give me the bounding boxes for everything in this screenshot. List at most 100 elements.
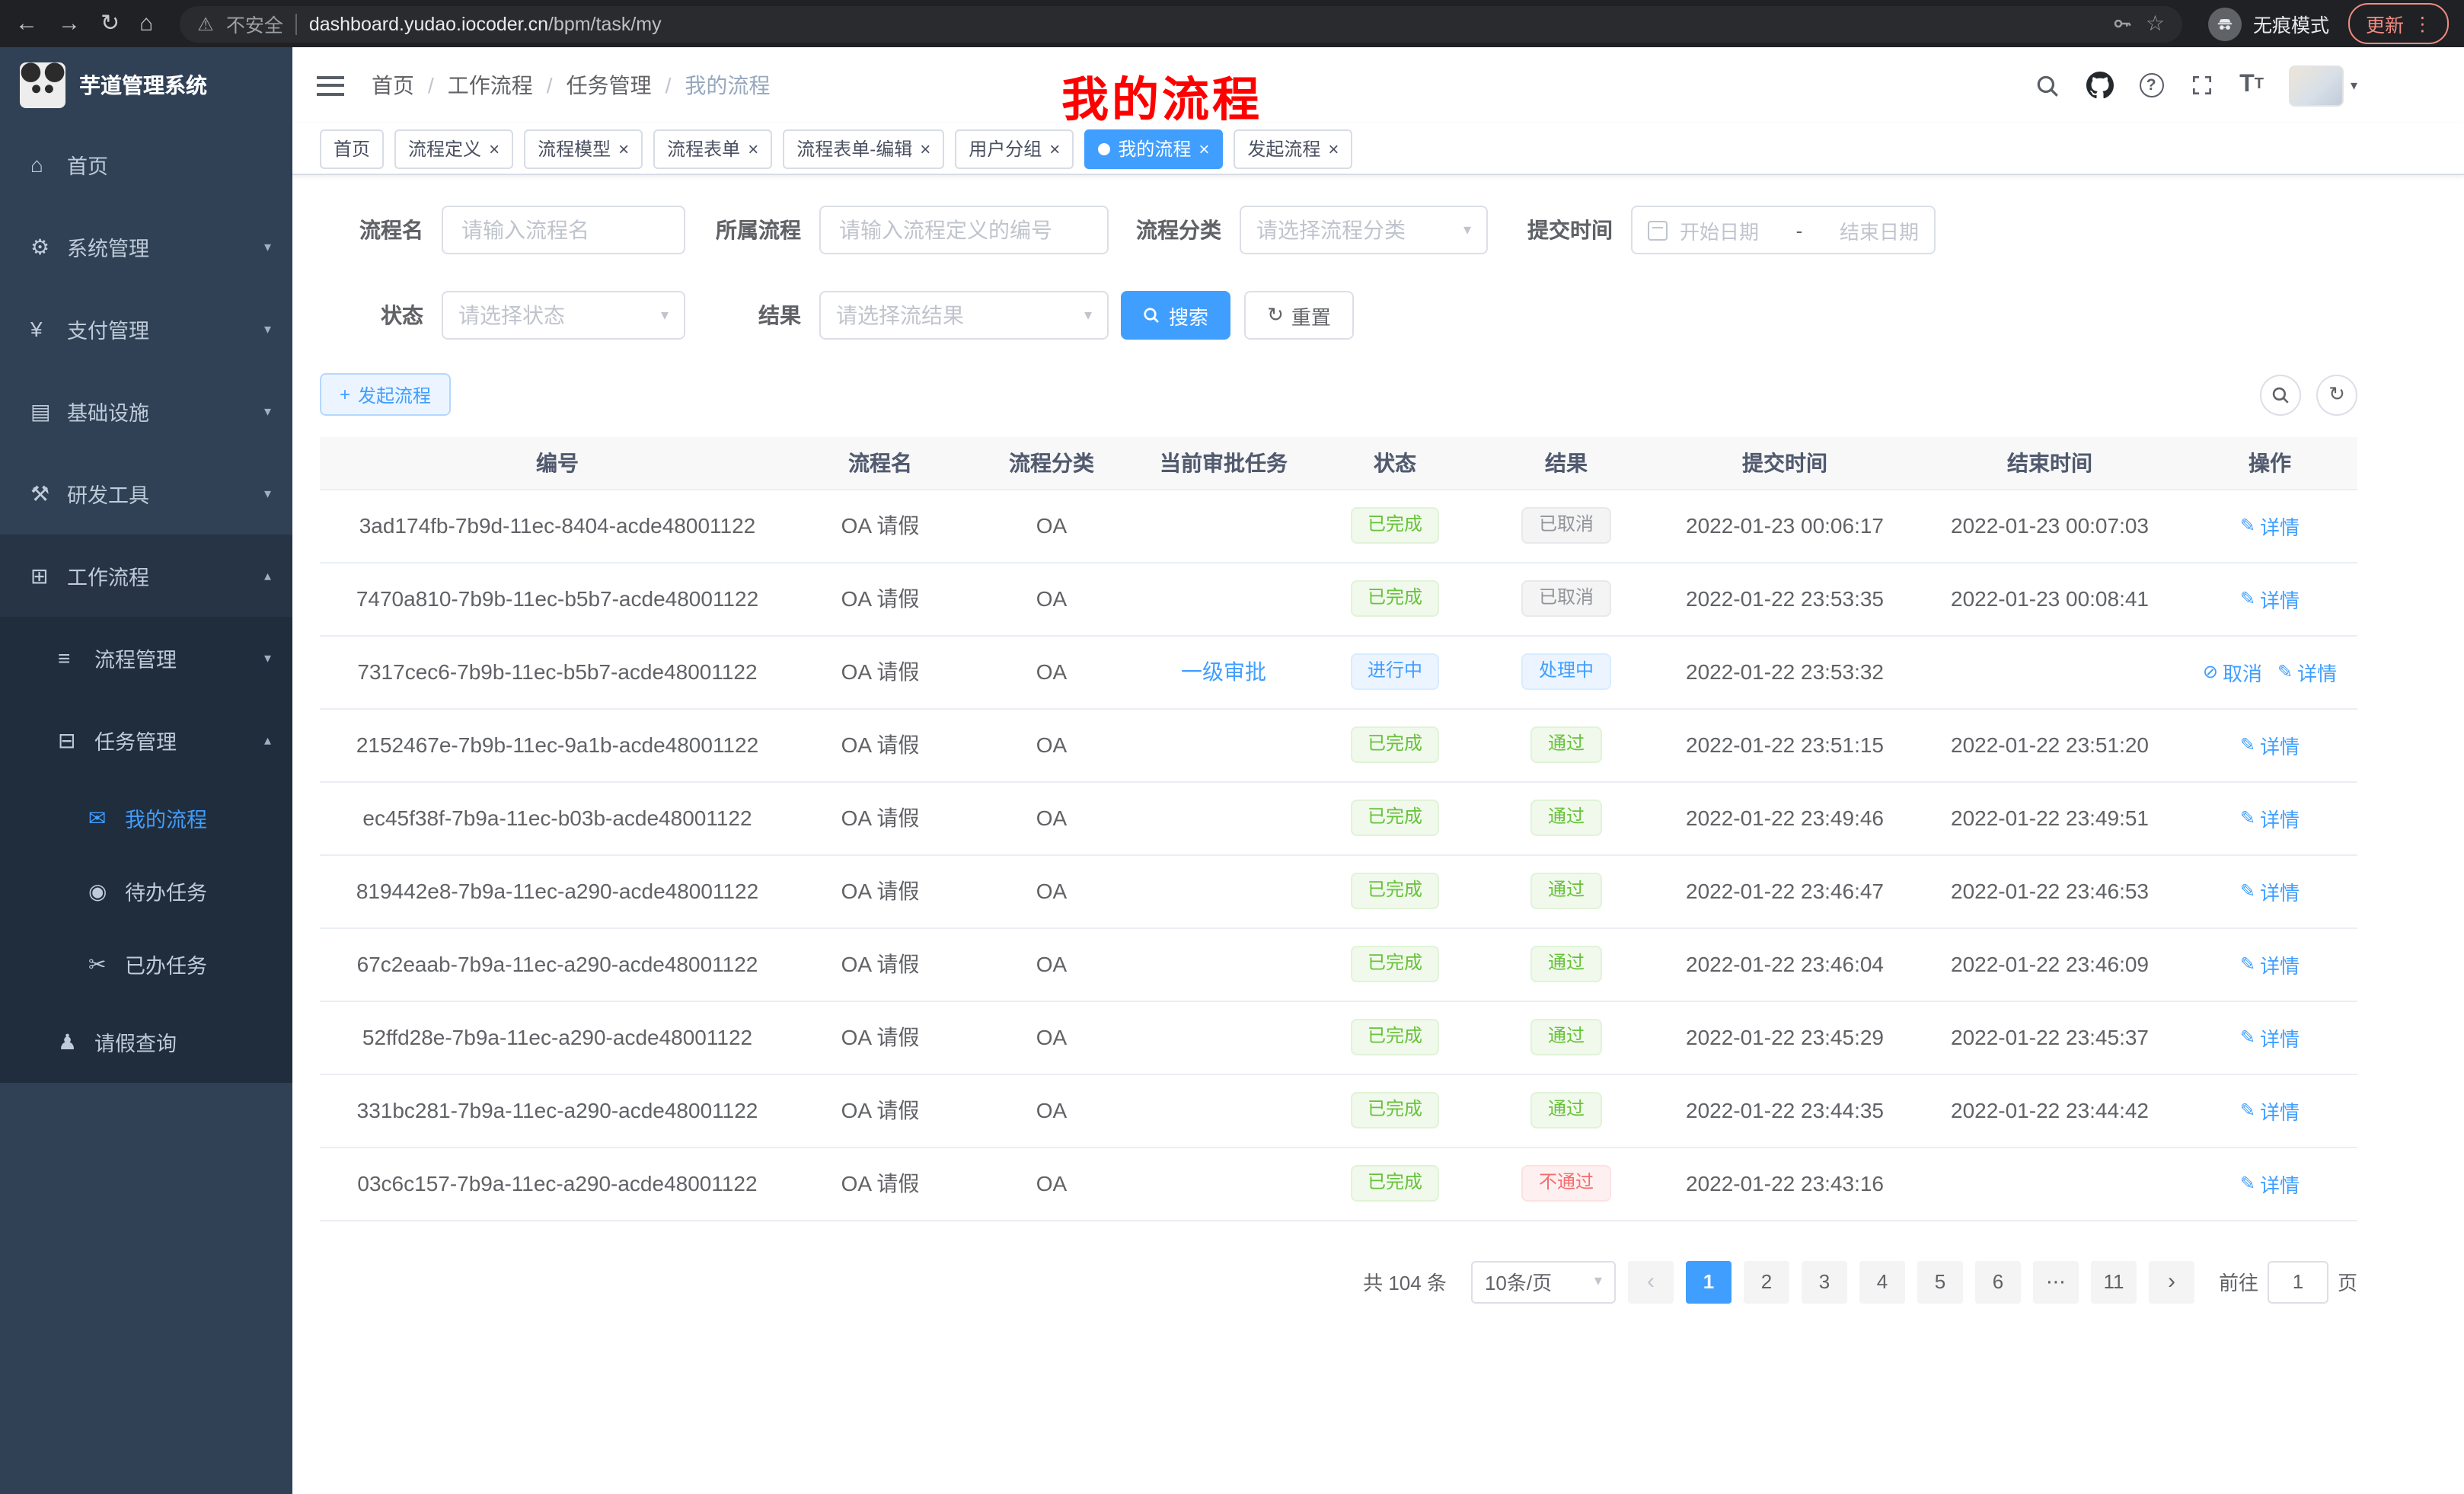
reload-icon[interactable]: ↻ [101, 12, 120, 35]
more-pages-button[interactable]: ⋯ [2033, 1260, 2079, 1303]
detail-action[interactable]: ✎详情 [2240, 1096, 2300, 1125]
detail-action[interactable]: ✎详情 [2240, 730, 2300, 759]
kebab-menu-icon[interactable]: ⋮ [2413, 12, 2432, 35]
detail-action[interactable]: ✎详情 [2240, 876, 2300, 905]
reset-button[interactable]: ↻ 重置 [1244, 291, 1354, 340]
security-label[interactable]: 不安全 [226, 9, 283, 38]
home-icon: ⌂ [30, 152, 67, 177]
filter-row-2: 状态 请选择状态 ▾ 结果 请选择流结果 ▾ 搜索 ↻ [320, 291, 2464, 340]
result-select[interactable]: 请选择流结果 ▾ [819, 291, 1109, 340]
tab-my-process[interactable]: 我的流程 × [1084, 129, 1223, 168]
address-bar[interactable]: ⚠ 不安全 dashboard.yudao.iocoder.cn/bpm/tas… [179, 5, 2183, 42]
sidebar-toggle[interactable] [317, 75, 344, 95]
page-button-1[interactable]: 1 [1686, 1260, 1732, 1303]
close-icon[interactable]: × [489, 138, 500, 159]
status-select[interactable]: 请选择状态 ▾ [442, 291, 685, 340]
close-icon[interactable]: × [618, 138, 629, 159]
edit-icon: ✎ [2240, 1100, 2255, 1121]
close-icon[interactable]: × [1049, 138, 1060, 159]
font-size-icon[interactable]: TT [2239, 73, 2264, 97]
bookmark-star-icon[interactable]: ☆ [2146, 11, 2165, 37]
detail-action[interactable]: ✎详情 [2240, 950, 2300, 978]
detail-action[interactable]: ✎详情 [2240, 584, 2300, 613]
sidebar-item-task-mgmt[interactable]: ⊟ 任务管理 ▴ [0, 699, 292, 781]
breadcrumb-home[interactable]: 首页 [372, 70, 414, 101]
cell-status: 已完成 [1310, 1074, 1480, 1147]
detail-action[interactable]: ✎详情 [2277, 657, 2337, 686]
tab-process-model[interactable]: 流程模型 × [524, 129, 643, 168]
cell-name: OA 请假 [795, 489, 965, 562]
sidebar-item-my-process[interactable]: ✉ 我的流程 [0, 781, 292, 854]
user-menu[interactable]: ▾ [2290, 65, 2357, 106]
close-icon[interactable]: × [920, 138, 930, 159]
category-select[interactable]: 请选择流程分类 ▾ [1240, 206, 1488, 254]
cell-result: 通过 [1480, 1001, 1652, 1074]
close-icon[interactable]: × [748, 138, 758, 159]
sidebar-item-devtools[interactable]: ⚒ 研发工具 ▾ [0, 452, 292, 535]
process-def-input[interactable] [819, 206, 1109, 254]
sidebar-item-payment[interactable]: ¥ 支付管理 ▾ [0, 288, 292, 370]
toggle-search-button[interactable] [2260, 374, 2301, 415]
page-button-5[interactable]: 5 [1917, 1260, 1963, 1303]
detail-label: 详情 [2260, 876, 2300, 905]
tab-home[interactable]: 首页 [320, 129, 384, 168]
goto-page-input[interactable] [2268, 1260, 2328, 1303]
page-button-4[interactable]: 4 [1859, 1260, 1905, 1303]
cell-status: 进行中 [1310, 635, 1480, 708]
current-task-link[interactable]: 一级审批 [1181, 656, 1266, 687]
next-page-button[interactable]: › [2149, 1260, 2194, 1303]
page-button-11[interactable]: 11 [2091, 1260, 2137, 1303]
back-icon[interactable]: ← [15, 12, 38, 35]
app-logo[interactable]: 芋道管理系统 [0, 47, 292, 123]
close-icon[interactable]: × [1328, 138, 1339, 159]
search-icon[interactable] [2034, 72, 2060, 98]
cell-end-time: 2022-01-22 23:46:53 [1917, 854, 2182, 927]
forward-icon[interactable]: → [58, 12, 81, 35]
update-button[interactable]: 更新 ⋮ [2349, 3, 2449, 44]
detail-action[interactable]: ✎详情 [2240, 803, 2300, 832]
detail-action[interactable]: ✎详情 [2240, 1023, 2300, 1052]
tab-process-form[interactable]: 流程表单 × [653, 129, 772, 168]
refresh-table-button[interactable]: ↻ [2316, 374, 2357, 415]
sidebar-item-done-tasks[interactable]: ✂ 已办任务 [0, 927, 292, 1001]
sidebar-item-process-mgmt[interactable]: ≡ 流程管理 ▾ [0, 617, 292, 699]
create-process-button[interactable]: + 发起流程 [320, 373, 451, 416]
tab-process-definition[interactable]: 流程定义 × [394, 129, 513, 168]
page-button-3[interactable]: 3 [1802, 1260, 1847, 1303]
tab-process-form-edit[interactable]: 流程表单-编辑 × [783, 129, 944, 168]
cell-actions: ✎详情 [2182, 1074, 2357, 1147]
detail-action[interactable]: ✎详情 [2240, 1169, 2300, 1198]
refresh-icon: ↻ [2328, 382, 2345, 407]
sidebar-item-home[interactable]: ⌂ 首页 [0, 123, 292, 206]
detail-label: 详情 [2260, 1023, 2300, 1052]
filter-row-1: 流程名 所属流程 流程分类 请选择流程分类 ▾ 提交时间 开始日期 - 结束日期 [320, 206, 2464, 254]
home-icon[interactable]: ⌂ [139, 12, 153, 35]
sidebar-item-leave-query[interactable]: ♟ 请假查询 [0, 1001, 292, 1083]
sidebar-item-workflow[interactable]: ⊞ 工作流程 ▴ [0, 535, 292, 617]
detail-action[interactable]: ✎详情 [2240, 511, 2300, 540]
cell-submit-time: 2022-01-22 23:43:16 [1652, 1147, 1917, 1220]
breadcrumb-task-mgmt[interactable]: 任务管理 [567, 70, 652, 101]
fullscreen-icon[interactable] [2189, 73, 2213, 97]
sidebar-item-system[interactable]: ⚙ 系统管理 ▾ [0, 206, 292, 288]
search-button[interactable]: 搜索 [1121, 291, 1230, 340]
cancel-action[interactable]: ⊘取消 [2203, 657, 2262, 686]
address-divider [295, 13, 297, 34]
breadcrumb-workflow[interactable]: 工作流程 [448, 70, 533, 101]
page-button-2[interactable]: 2 [1744, 1260, 1789, 1303]
cell-name: OA 请假 [795, 1074, 965, 1147]
sidebar-item-todo-tasks[interactable]: ◉ 待办任务 [0, 854, 292, 927]
submit-time-range[interactable]: 开始日期 - 结束日期 [1631, 206, 1936, 254]
reset-label: 重置 [1291, 301, 1331, 330]
page-size-select[interactable]: 10条/页 ▾ [1471, 1260, 1616, 1303]
process-name-input[interactable] [442, 206, 685, 254]
prev-page-button[interactable]: ‹ [1628, 1260, 1674, 1303]
key-icon[interactable] [2111, 12, 2134, 35]
tab-user-group[interactable]: 用户分组 × [955, 129, 1074, 168]
tab-start-process[interactable]: 发起流程 × [1234, 129, 1352, 168]
help-icon[interactable]: ? [2139, 73, 2163, 97]
sidebar-item-infra[interactable]: ▤ 基础设施 ▾ [0, 370, 292, 452]
github-icon[interactable] [2086, 72, 2113, 99]
close-icon[interactable]: × [1198, 138, 1209, 159]
page-button-6[interactable]: 6 [1975, 1260, 2021, 1303]
